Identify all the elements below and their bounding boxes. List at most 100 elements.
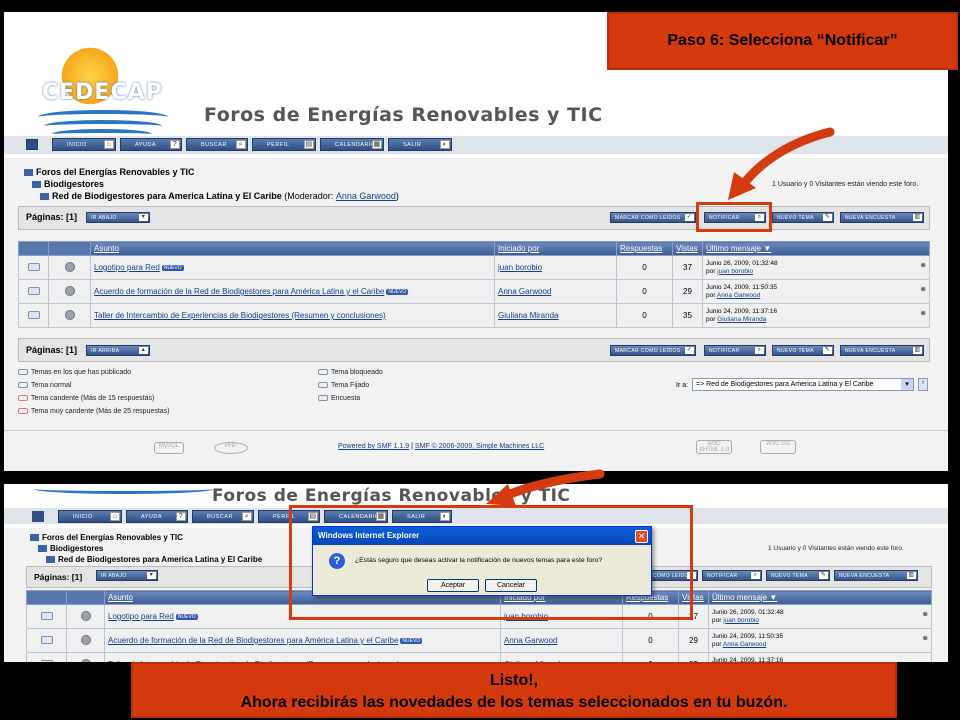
arrow-icon [486,469,605,506]
board-select[interactable]: => Red de Biodigestores para America Lat… [692,378,914,391]
topic-link[interactable]: Logotipo para Red [108,612,174,621]
nav-ayuda[interactable]: AYUDA? [126,510,188,523]
nav-calendario[interactable]: CALENDARIO ▦ [320,138,384,151]
breadcrumb-board[interactable]: Red de Biodigestores para America Latina… [46,555,262,564]
check-icon: ✓ [685,214,694,221]
highlight-notify [696,202,772,232]
new-badge: NUEVO [386,288,409,295]
nav-perfil[interactable]: PERFIL ▤ [252,138,316,151]
new-topic-icon: ✎ [823,347,832,354]
highlight-dialog [289,505,693,620]
legend-left: Temas en los que has publicado Tema norm… [18,366,170,418]
pages-label: Páginas: [1] [26,345,78,355]
calendar-icon: ▦ [372,140,382,149]
starter-link[interactable]: Anna Garwood [498,287,551,296]
nav-buscar[interactable]: BUSCAR ⌕ [192,510,254,523]
last-post-icon[interactable]: ⊗ [921,286,926,294]
arrow-down-icon: ▾ [147,572,156,579]
sort-down-icon: ▼ [763,244,772,253]
message-icon [64,261,75,272]
last-post-icon[interactable]: ⊗ [923,611,928,619]
topic-link[interactable]: Acuerdo de formación de la Red de Biodig… [108,636,398,645]
notify-button[interactable]: NOTIFICAR ⌕ [704,345,766,356]
legend-icon [18,395,28,402]
chevron-down-icon: ▾ [901,379,913,390]
topics-table: Asunto Iniciado por Respuestas Vistas Úl… [18,241,930,328]
chart-icon: ▥ [907,572,916,579]
col-asunto[interactable]: Asunto [90,241,495,256]
topic-link[interactable]: Logotipo para Red [94,263,160,272]
magnifier-icon: ⌕ [755,347,764,354]
col-respuestas[interactable]: Respuestas [616,241,673,256]
topic-link[interactable]: Acuerdo de formación de la Red de Biodig… [94,287,384,296]
legend-icon [18,369,28,376]
topic-icon [40,659,53,662]
w3c-css-badge[interactable]: W3C css [760,440,796,454]
last-post-icon[interactable]: ⊗ [923,635,928,643]
goto-bottom-button[interactable]: IR ABAJO ▾ [86,212,150,223]
new-topic-button[interactable]: NUEVO TEMA ✎ [772,345,834,356]
folder-icon [32,181,41,189]
table-row: Acuerdo de formación de la Red de Biodig… [26,628,932,653]
collapse-toggle[interactable] [26,139,38,150]
new-topic-icon: ✎ [823,214,832,221]
message-icon [80,610,91,621]
col-iniciado[interactable]: Iniciado por [494,241,617,256]
message-icon [64,309,75,320]
home-icon: ⌂ [110,512,120,521]
goto-top-button[interactable]: IR ARRIBA ▴ [86,345,150,356]
goto-label: Ir a: [676,382,689,389]
go-button[interactable]: › [918,378,928,391]
slide: CEDECAP Foros de Energías Renovables y T… [0,0,960,720]
breadcrumb-root[interactable]: Foros del Energías Renovables y TIC [30,533,183,542]
site-title: Foros de Energías Renovables y TIC [204,104,603,126]
new-poll-button[interactable]: NUEVA ENCUESTA ▥ [840,212,924,223]
topic-link[interactable]: Taller de Intercambio de Experiencias de… [94,311,386,320]
new-poll-button[interactable]: NUEVA ENCUESTA ▥ [840,345,924,356]
mysql-badge[interactable]: MySQL [154,442,184,454]
folder-icon [40,193,49,201]
new-topic-button[interactable]: NUEVO TEMA ✎ [772,212,834,223]
legend-mid: Tema bloqueado Tema Fijado Encuesta [318,366,383,405]
pages-label: Páginas: [1] [26,212,78,222]
col-ultimo[interactable]: Último mensaje ▼ [702,241,930,256]
nav-salir[interactable]: SALIR ◐ [388,138,452,151]
breadcrumb-category[interactable]: Biodigestores [32,179,104,189]
last-post-icon[interactable]: ⊗ [921,310,926,318]
callout-done: Listo!, Ahora recibirás las novedades de… [131,662,897,718]
smf-link[interactable]: Powered by SMF 1.1.9 [338,443,409,450]
breadcrumb-category[interactable]: Biodigestores [38,544,103,553]
last-post-icon[interactable]: ⊗ [921,262,926,270]
mark-read-button[interactable]: MARCAR COMO LEÍDOS ✓ [610,212,696,223]
php-badge[interactable]: PHP [214,442,248,454]
home-icon: ⌂ [104,140,114,149]
starter-link[interactable]: Giuliana Miranda [498,311,558,320]
arrow-up-icon: ▴ [139,347,148,354]
profile-icon: ▤ [304,140,314,149]
nav-inicio[interactable]: INICIO ⌂ [58,510,122,523]
help-icon: ? [176,512,186,521]
table-row: Logotipo para Red NUEVO juan borobio 0 37… [18,255,930,280]
new-topic-button[interactable]: NUEVO TEMA ✎ [766,570,830,581]
moderator-link[interactable]: Anna Garwood [336,191,396,201]
mark-read-button[interactable]: MARCAR COMO LEÍDOS ✓ [610,345,696,356]
legend-icon [18,382,28,389]
pages-label: Páginas: [1] [34,572,83,582]
notify-button[interactable]: NOTIFICAR ⌕ [702,570,762,581]
new-topic-icon: ✎ [819,572,828,579]
copyright-link[interactable]: SMF © 2006-2009, Simple Machines LLC [415,443,544,450]
w3c-xhtml-badge[interactable]: W3C XHTML 1.0 [696,440,732,454]
starter-link[interactable]: juan borobio [498,263,542,272]
new-poll-button[interactable]: NUEVA ENCUESTA ▥ [834,570,918,581]
logo-text: CEDECAP [42,80,163,105]
nav-inicio[interactable]: INICIO ⌂ [52,138,116,151]
goto-bottom-button[interactable]: IR ABAJO ▾ [96,570,158,581]
col-ultimo[interactable]: Último mensaje ▼ [708,590,932,605]
collapse-toggle[interactable] [32,511,44,522]
breadcrumb-root[interactable]: Foros del Energías Renovables y TIC [24,167,195,177]
nav-ayuda[interactable]: AYUDA? [120,138,182,151]
breadcrumb-board[interactable]: Red de Biodigestores para America Latina… [40,191,399,201]
check-icon: ✓ [685,347,694,354]
col-vistas[interactable]: Vistas [672,241,703,256]
nav-buscar[interactable]: BUSCAR ⌕ [186,138,248,151]
